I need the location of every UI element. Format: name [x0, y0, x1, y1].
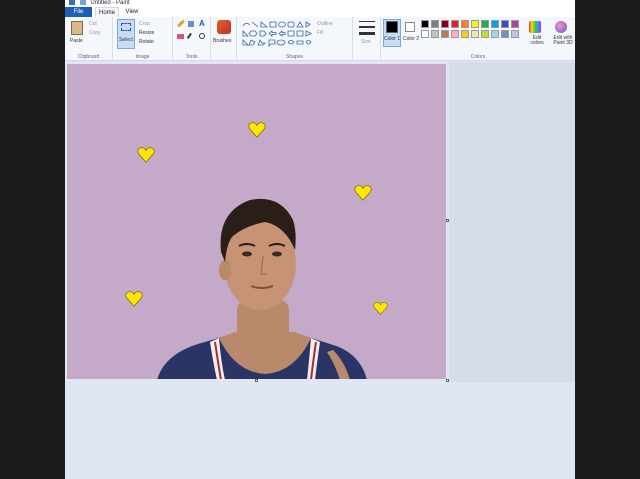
size-group: Size: [353, 17, 381, 61]
tab-home[interactable]: Home: [95, 7, 119, 17]
palette-swatch[interactable]: [481, 30, 489, 38]
palette-swatch[interactable]: [451, 30, 459, 38]
palette-swatch[interactable]: [481, 20, 489, 28]
paste-button[interactable]: Paste: [70, 38, 83, 44]
color-palette: [421, 20, 523, 42]
edit-with-paint3d-button[interactable]: Edit with Paint 3D: [551, 36, 575, 46]
palette-swatch[interactable]: [471, 30, 479, 38]
title-bar: Untitled - Paint: [65, 0, 575, 7]
cut-button[interactable]: Cut: [89, 21, 97, 27]
palette-swatch[interactable]: [421, 30, 429, 38]
palette-swatch[interactable]: [461, 30, 469, 38]
shapes-group: Outline Fill Shapes: [237, 17, 353, 61]
edit-colors-button[interactable]: Edit colors: [527, 36, 547, 46]
resize-handle-corner[interactable]: [446, 379, 449, 382]
edit-colors-icon[interactable]: [529, 21, 541, 33]
brushes-group: Brushes: [211, 17, 237, 61]
shapes-label: Shapes: [286, 54, 303, 60]
save-icon[interactable]: [69, 0, 75, 5]
palette-swatch[interactable]: [431, 30, 439, 38]
canvas-area[interactable]: [65, 62, 575, 479]
workspace-background: [449, 62, 575, 382]
brushes-button[interactable]: Brushes: [213, 38, 231, 44]
tools-label: Tools: [185, 54, 198, 60]
resize-handle-bottom[interactable]: [255, 379, 258, 382]
paste-icon[interactable]: [71, 21, 83, 35]
text-icon[interactable]: A: [199, 19, 205, 28]
tab-view[interactable]: View: [121, 7, 143, 17]
eraser-icon[interactable]: [177, 34, 184, 39]
colors-label: Colors: [470, 54, 486, 60]
size-label: Size: [361, 39, 371, 45]
palette-swatch[interactable]: [501, 20, 509, 28]
size-line: [359, 26, 375, 28]
size-icon[interactable]: [359, 21, 375, 35]
palette-swatch[interactable]: [491, 30, 499, 38]
heart-icon: [248, 122, 266, 138]
undo-icon[interactable]: [79, 0, 86, 5]
heart-icon: [373, 302, 388, 315]
palette-swatch[interactable]: [511, 30, 519, 38]
shapes-gallery[interactable]: [241, 20, 313, 48]
color-picker-icon[interactable]: [186, 32, 196, 42]
clipboard-group: Paste Cut Copy Clipboard: [65, 17, 113, 61]
person-photo: [157, 198, 367, 379]
image-label: Image: [135, 54, 150, 60]
rotate-button[interactable]: Rotate: [139, 39, 154, 45]
brush-icon[interactable]: [217, 20, 231, 34]
image-group: Select Crop Resize Rotate Image: [113, 17, 173, 61]
resize-button[interactable]: Resize: [139, 30, 154, 36]
fill-button[interactable]: Fill: [317, 30, 323, 36]
ribbon-tabs: File Home View: [65, 7, 575, 17]
crop-button[interactable]: Crop: [139, 21, 150, 27]
fill-icon[interactable]: [188, 21, 194, 27]
tab-file[interactable]: File: [65, 7, 92, 17]
palette-swatch[interactable]: [431, 20, 439, 28]
magnifier-icon[interactable]: [199, 33, 205, 39]
outline-button[interactable]: Outline: [317, 21, 333, 27]
palette-swatch[interactable]: [461, 20, 469, 28]
palette-swatch[interactable]: [471, 20, 479, 28]
colors-group: Color 1 Color 2 Edit colors Edit with Pa…: [381, 17, 575, 61]
palette-swatch[interactable]: [441, 20, 449, 28]
clipboard-label: Clipboard: [77, 54, 100, 60]
palette-swatch[interactable]: [441, 30, 449, 38]
drawing-canvas[interactable]: [67, 64, 446, 379]
color1-label: Color 1: [384, 36, 401, 42]
palette-swatch[interactable]: [501, 30, 509, 38]
color2-label[interactable]: Color 2: [403, 36, 419, 42]
paint3d-icon[interactable]: [555, 21, 567, 33]
window-title: Untitled - Paint: [90, 0, 130, 7]
color1-swatch: [386, 21, 398, 33]
palette-swatch[interactable]: [421, 20, 429, 28]
ribbon: Paste Cut Copy Clipboard Select Crop Res…: [65, 17, 575, 61]
palette-swatch[interactable]: [451, 20, 459, 28]
color2-swatch[interactable]: [405, 22, 415, 32]
heart-icon: [137, 147, 155, 163]
resize-handle-right[interactable]: [446, 219, 449, 222]
pencil-icon[interactable]: [177, 19, 185, 28]
heart-icon: [125, 291, 143, 307]
palette-swatch[interactable]: [511, 20, 519, 28]
copy-button[interactable]: Copy: [89, 30, 101, 36]
tools-group: A Tools: [173, 17, 211, 61]
select-label: Select: [119, 37, 133, 43]
palette-swatch[interactable]: [491, 20, 499, 28]
select-icon: [121, 23, 131, 31]
paint-window: Untitled - Paint File Home View Paste Cu…: [65, 0, 575, 479]
